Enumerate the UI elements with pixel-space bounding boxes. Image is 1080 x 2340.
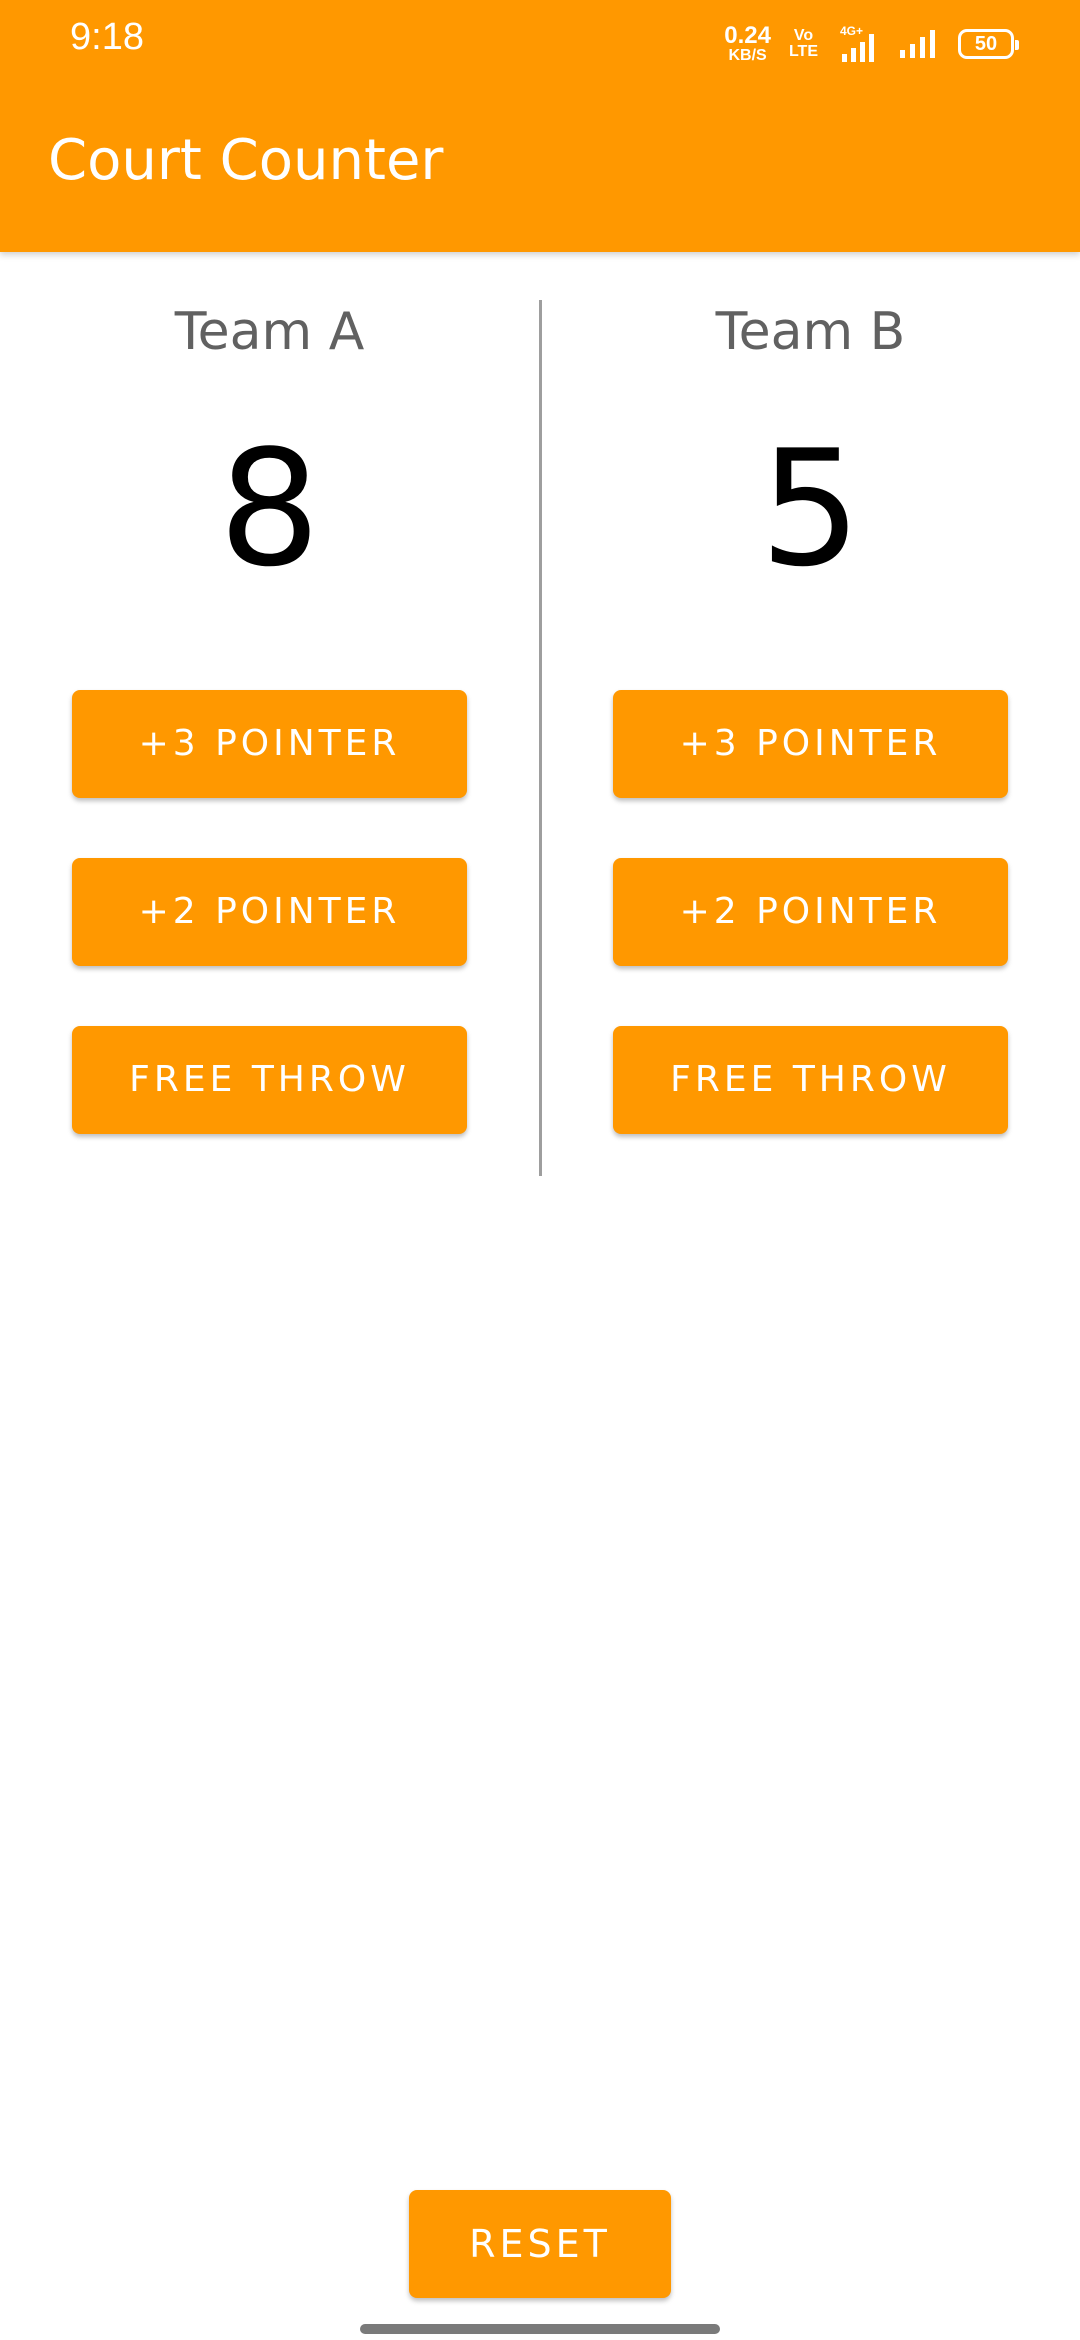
team-a-free-throw-button[interactable]: FREE THROW [72, 1026, 467, 1134]
team-a-plus-three-button[interactable]: +3 POINTER [72, 690, 467, 798]
team-a-name: Team A [174, 302, 365, 362]
status-icons: 0.24 KB/S Vo LTE 4G+ 50 [724, 22, 1019, 66]
battery-icon: 50 [958, 29, 1019, 59]
home-indicator[interactable] [360, 2324, 720, 2334]
team-divider [539, 300, 542, 1176]
network-speed-value: 0.24 [724, 22, 771, 49]
app-bar: 9:18 0.24 KB/S Vo LTE 4G+ 50 Court Count… [0, 0, 1080, 252]
app-title: Court Counter [48, 128, 444, 193]
battery-level: 50 [974, 32, 998, 55]
status-time: 9:18 [70, 16, 144, 58]
network-speed-unit: KB/S [728, 47, 767, 64]
volte-bottom-label: LTE [788, 43, 818, 60]
team-b-score: 5 [759, 415, 862, 602]
team-b-column: Team B 5 +3 POINTER +2 POINTER FREE THRO… [613, 300, 1008, 1134]
team-b-plus-two-button[interactable]: +2 POINTER [613, 858, 1008, 966]
team-b-plus-three-button[interactable]: +3 POINTER [613, 690, 1008, 798]
signal-icon [900, 30, 935, 58]
screen: 9:18 0.24 KB/S Vo LTE 4G+ 50 Court Count… [0, 0, 1080, 2340]
team-a-plus-two-button[interactable]: +2 POINTER [72, 858, 467, 966]
signal-4g-icon: 4G+ [840, 24, 874, 62]
network-type-label: 4G+ [840, 24, 863, 38]
volte-top-label: Vo [793, 27, 814, 44]
team-a-column: Team A 8 +3 POINTER +2 POINTER FREE THRO… [72, 300, 467, 1134]
reset-button[interactable]: RESET [409, 2190, 671, 2298]
team-a-score: 8 [218, 415, 321, 602]
team-b-free-throw-button[interactable]: FREE THROW [613, 1026, 1008, 1134]
network-speed-indicator: 0.24 KB/S [724, 24, 771, 64]
team-b-name: Team B [715, 302, 906, 362]
volte-icon: Vo LTE [789, 28, 818, 60]
